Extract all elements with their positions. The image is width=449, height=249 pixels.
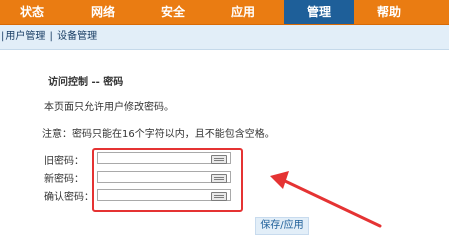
tab-help[interactable]: 帮助 <box>371 0 407 24</box>
tab-status[interactable]: 状态 <box>14 0 50 24</box>
top-navigation-bar: 状态 网络 安全 应用 管理 帮助 <box>0 0 449 25</box>
subnav-device-management[interactable]: 设备管理 <box>57 31 97 42</box>
arrow-shaft <box>283 179 382 228</box>
tab-management[interactable]: 管理 <box>284 0 354 24</box>
sub-navigation-bar: |用户管理 | 设备管理 <box>0 25 449 50</box>
tab-applications[interactable]: 应用 <box>225 0 261 24</box>
subnav-divider: | <box>1 31 5 42</box>
tab-network[interactable]: 网络 <box>85 0 121 24</box>
content-area: 访问控制 -- 密码 本页面只允许用户修改密码。 注意：密码只能在16个字符以内… <box>0 50 449 249</box>
subnav-user-management[interactable]: 用户管理 <box>5 31 45 42</box>
subnav-divider: | <box>46 31 57 42</box>
arrow-annotation <box>270 171 382 228</box>
tab-security[interactable]: 安全 <box>155 0 191 24</box>
